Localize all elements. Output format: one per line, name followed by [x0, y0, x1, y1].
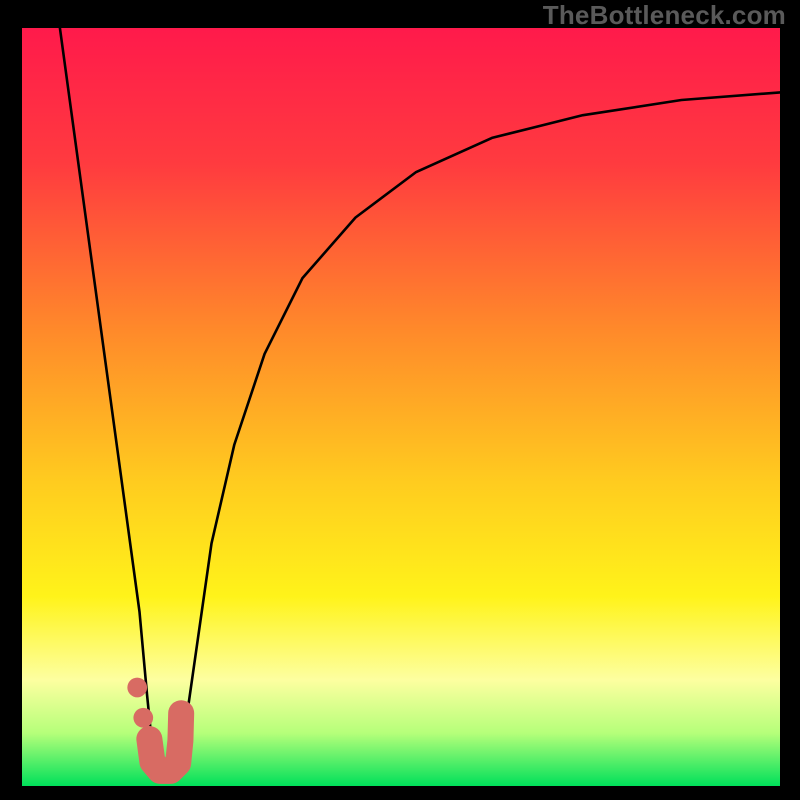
dot-upper [127, 678, 147, 698]
dot-lower [133, 708, 153, 728]
watermark-text: TheBottleneck.com [543, 0, 786, 31]
bottleneck-chart [22, 28, 780, 786]
gradient-background [22, 28, 780, 786]
chart-container: TheBottleneck.com [0, 0, 800, 800]
